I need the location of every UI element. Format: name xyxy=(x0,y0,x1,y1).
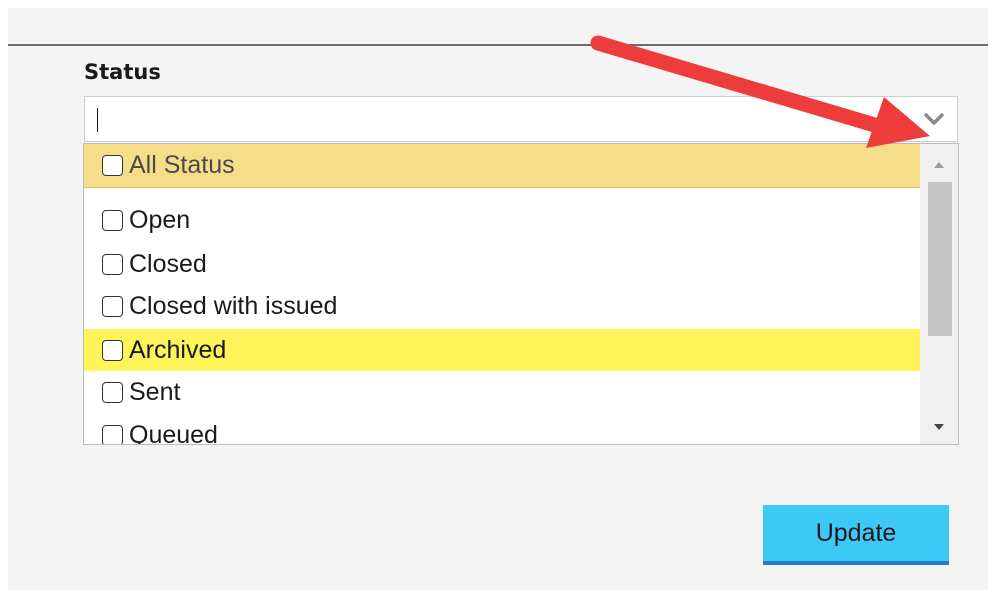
checkbox[interactable] xyxy=(102,339,123,361)
checkbox[interactable] xyxy=(102,253,123,275)
header-divider xyxy=(8,44,988,46)
status-option-queued[interactable]: Queued xyxy=(84,414,920,445)
status-option-closed[interactable]: Closed xyxy=(84,243,920,285)
checkbox[interactable] xyxy=(102,381,123,403)
scroll-down-button[interactable] xyxy=(920,412,958,442)
status-dropdown-toggle[interactable] xyxy=(911,97,957,141)
dropdown-scrollbar[interactable] xyxy=(920,144,958,444)
status-label: Status xyxy=(84,60,161,84)
option-label: Archived xyxy=(129,335,227,364)
status-option-closed-with-issued[interactable]: Closed with issued xyxy=(84,285,920,327)
option-label: Closed xyxy=(129,249,207,278)
status-option-sent[interactable]: Sent xyxy=(84,371,920,413)
status-options: All Status Open Closed Closed with issue… xyxy=(84,144,920,444)
option-label: Closed with issued xyxy=(129,291,338,320)
text-cursor xyxy=(97,108,98,132)
status-option-open[interactable]: Open xyxy=(84,199,920,241)
triangle-down-icon xyxy=(934,424,944,430)
update-button[interactable]: Update xyxy=(763,505,949,565)
option-label: Open xyxy=(129,205,191,234)
status-combobox[interactable] xyxy=(84,96,958,142)
option-label: All Status xyxy=(129,151,235,179)
scroll-up-button[interactable] xyxy=(920,150,958,180)
status-option-all[interactable]: All Status xyxy=(84,144,920,188)
checkbox[interactable] xyxy=(102,424,123,444)
scroll-thumb[interactable] xyxy=(928,182,952,336)
chevron-down-icon xyxy=(924,113,944,125)
checkbox[interactable] xyxy=(102,155,123,176)
triangle-up-icon xyxy=(934,162,944,168)
checkbox[interactable] xyxy=(102,209,123,231)
option-label: Sent xyxy=(129,377,181,406)
status-search-input[interactable] xyxy=(85,97,911,141)
status-option-archived[interactable]: Archived xyxy=(84,329,920,371)
status-dropdown-list: All Status Open Closed Closed with issue… xyxy=(83,143,959,445)
option-label: Queued xyxy=(129,420,218,445)
checkbox[interactable] xyxy=(102,295,123,317)
